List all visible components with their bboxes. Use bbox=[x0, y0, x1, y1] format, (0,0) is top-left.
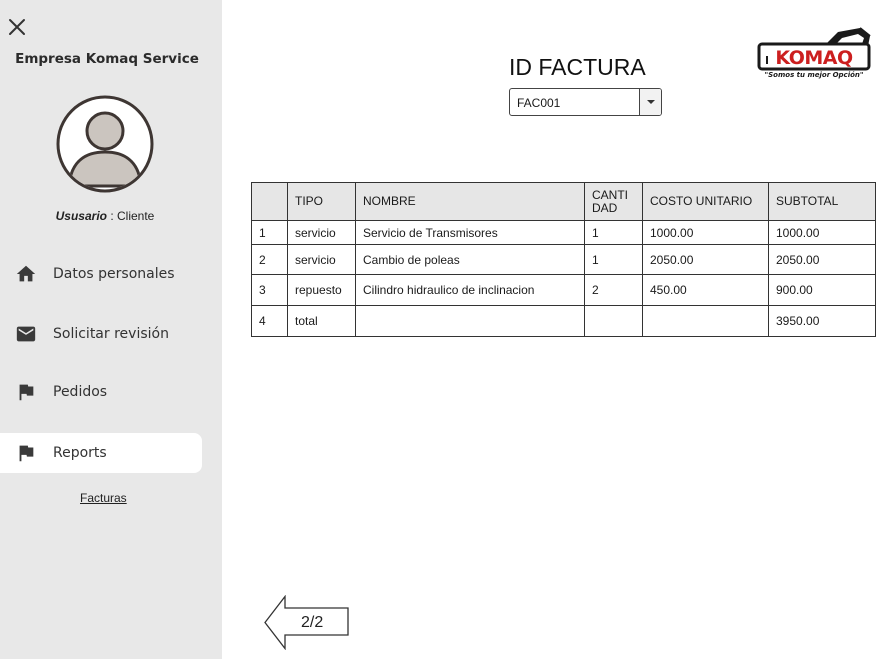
table-cell: total bbox=[287, 305, 356, 337]
table-cell: 900.00 bbox=[768, 274, 876, 306]
table-row: 1 servicio Servicio de Transmisores 1 10… bbox=[251, 220, 876, 245]
user-info: Ususario : Cliente bbox=[0, 209, 210, 223]
table-cell: 3950.00 bbox=[768, 305, 876, 337]
table-row: 3 repuesto Cilindro hidraulico de inclin… bbox=[251, 274, 876, 306]
table-cell: 2 bbox=[251, 244, 288, 275]
table-cell: 1 bbox=[584, 220, 643, 245]
sidebar-item-label: Pedidos bbox=[53, 384, 108, 400]
table-cell: 2050.00 bbox=[642, 244, 769, 275]
table-cell bbox=[642, 305, 769, 337]
table-cell: 3 bbox=[251, 274, 288, 306]
table-cell: 1 bbox=[584, 244, 643, 275]
back-page-button[interactable]: 2/2 bbox=[263, 595, 351, 650]
col-header-nombre: NOMBRE bbox=[355, 182, 585, 221]
table-cell: Cilindro hidraulico de inclinacion bbox=[355, 274, 585, 306]
table-cell: 1000.00 bbox=[768, 220, 876, 245]
user-role: Cliente bbox=[117, 209, 155, 223]
col-header-subtotal: SUBTOTAL bbox=[768, 182, 876, 221]
table-cell: 1 bbox=[251, 220, 288, 245]
factura-select[interactable]: FAC001 bbox=[509, 88, 662, 116]
close-icon[interactable] bbox=[8, 18, 26, 36]
col-header-tipo: TIPO bbox=[287, 182, 356, 221]
table-cell: 1000.00 bbox=[642, 220, 769, 245]
table-cell bbox=[584, 305, 643, 337]
sidebar-item-datos-personales[interactable]: Datos personales bbox=[0, 254, 202, 294]
sidebar-item-pedidos[interactable]: Pedidos bbox=[0, 372, 202, 412]
avatar-icon bbox=[56, 95, 154, 193]
sidebar-item-label: Reports bbox=[53, 445, 107, 461]
col-header-costo-unitario: COSTO UNITARIO bbox=[642, 182, 769, 221]
table-row: 2 servicio Cambio de poleas 1 2050.00 20… bbox=[251, 244, 876, 275]
table-cell: servicio bbox=[287, 244, 356, 275]
select-value: FAC001 bbox=[517, 96, 561, 110]
logo-tagline: "Somos tu mejor Opción" bbox=[764, 71, 863, 79]
table-cell bbox=[355, 305, 585, 337]
table-cell: Servicio de Transmisores bbox=[355, 220, 585, 245]
logo-text: KOMAQ bbox=[775, 47, 853, 69]
table-cell: 2 bbox=[584, 274, 643, 306]
page-indicator: 2/2 bbox=[301, 614, 324, 631]
table-cell: repuesto bbox=[287, 274, 356, 306]
user-label: Ususario bbox=[55, 209, 107, 223]
home-icon bbox=[16, 265, 36, 282]
sidebar-item-label: Datos personales bbox=[53, 266, 175, 282]
komaq-logo: KOMAQ "Somos tu mejor Opción" bbox=[757, 27, 871, 79]
company-name: Empresa Komaq Service bbox=[15, 51, 199, 67]
flag-icon bbox=[19, 445, 34, 462]
col-header-cantidad: CANTI DAD bbox=[584, 182, 643, 221]
table-cell: servicio bbox=[287, 220, 356, 245]
sidebar-item-solicitar-revision[interactable]: Solicitar revisión bbox=[0, 314, 202, 354]
page-title: ID FACTURA bbox=[509, 54, 646, 80]
table-cell: 450.00 bbox=[642, 274, 769, 306]
table-cell: 4 bbox=[251, 305, 288, 337]
chevron-down-icon[interactable] bbox=[639, 89, 661, 115]
flag-icon bbox=[19, 384, 34, 401]
table-header-row: TIPO NOMBRE CANTI DAD COSTO UNITARIO SUB… bbox=[251, 182, 876, 221]
table-cell: 2050.00 bbox=[768, 244, 876, 275]
user-separator: : bbox=[106, 209, 117, 223]
sidebar-item-label: Solicitar revisión bbox=[53, 326, 169, 342]
invoice-table: TIPO NOMBRE CANTI DAD COSTO UNITARIO SUB… bbox=[251, 182, 876, 337]
sidebar: Empresa Komaq Service Ususario : Cliente… bbox=[0, 0, 222, 659]
sidebar-subitem-facturas[interactable]: Facturas bbox=[80, 491, 127, 505]
mail-icon bbox=[16, 326, 36, 342]
table-cell: Cambio de poleas bbox=[355, 244, 585, 275]
sidebar-item-reports[interactable]: Reports bbox=[0, 433, 202, 473]
col-header-index bbox=[251, 182, 288, 221]
table-row-total: 4 total 3950.00 bbox=[251, 305, 876, 337]
